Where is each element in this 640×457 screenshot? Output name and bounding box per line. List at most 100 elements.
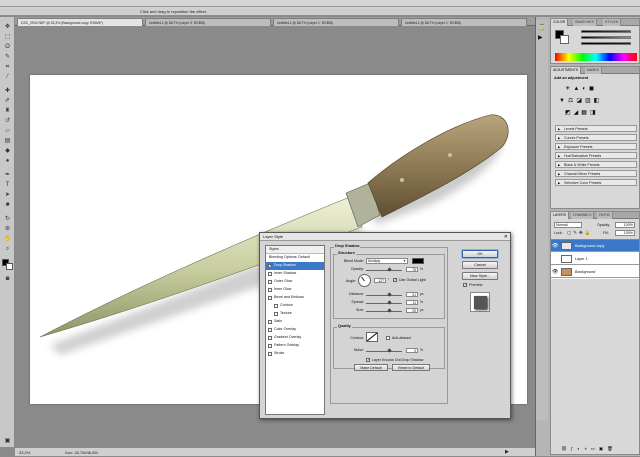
contour-checkbox[interactable] xyxy=(274,304,278,308)
style-item-texture[interactable]: Texture xyxy=(266,310,324,318)
tab-masks[interactable]: MASKS xyxy=(585,67,602,74)
distance-slider[interactable] xyxy=(366,295,402,296)
distance-value[interactable]: 31 xyxy=(406,292,418,297)
bg-color-chip[interactable] xyxy=(560,35,569,44)
outer-glow-checkbox[interactable] xyxy=(268,280,272,284)
anti-aliased-checkbox[interactable] xyxy=(386,336,390,340)
style-item-satin[interactable]: Satin xyxy=(266,318,324,326)
layer-row-background-copy[interactable]: 👁 Background copy xyxy=(551,240,639,252)
inner-glow-checkbox[interactable] xyxy=(268,288,272,292)
cancel-button[interactable]: Cancel xyxy=(462,261,498,269)
global-light-checkbox[interactable]: ✓ xyxy=(393,278,397,282)
layer-row-layer-1[interactable]: Layer 1 xyxy=(551,253,639,265)
style-item-styles[interactable]: Styles xyxy=(266,246,324,254)
bevel-emboss-checkbox[interactable] xyxy=(268,296,272,300)
preset-selective-color[interactable]: Selective Color Presets xyxy=(555,179,637,187)
3d-rotate-tool-icon[interactable]: ↻ xyxy=(3,215,12,223)
layer-footer-icons[interactable]: ⛓ƒ◐◑▭▣🗑 xyxy=(561,446,617,452)
shape-tool-icon[interactable]: ■ xyxy=(3,201,12,209)
satin-checkbox[interactable] xyxy=(268,320,272,324)
style-item-gradient-overlay[interactable]: Gradient Overlay xyxy=(266,334,324,342)
stroke-checkbox[interactable] xyxy=(268,352,272,356)
preset-curves[interactable]: Curves Presets xyxy=(555,134,637,142)
tab-untitled-layer1-b[interactable]: Untitled-1 @ 66,7% (Layer 1, RGB/8) xyxy=(401,18,527,26)
preset-channel-mixer[interactable]: Channel Mixer Presets xyxy=(555,170,637,178)
style-item-inner-glow[interactable]: Inner Glow xyxy=(266,286,324,294)
spread-value[interactable]: 11 xyxy=(406,300,418,305)
opacity-slider[interactable] xyxy=(366,270,402,271)
tab-color[interactable]: COLOR xyxy=(551,19,569,26)
lasso-tool-icon[interactable]: ʘ xyxy=(3,43,12,51)
texture-checkbox[interactable] xyxy=(274,312,278,316)
dialog-titlebar[interactable]: Layer Style ✕ xyxy=(260,233,510,241)
noise-slider[interactable] xyxy=(366,351,402,352)
quick-select-tool-icon[interactable]: ✎ xyxy=(3,53,12,61)
red-slider[interactable] xyxy=(581,30,631,33)
color-overlay-checkbox[interactable] xyxy=(268,328,272,332)
background-color-swatch[interactable] xyxy=(6,263,13,270)
pen-tool-icon[interactable]: ✒ xyxy=(3,171,12,179)
tab-layers[interactable]: LAYERS xyxy=(551,212,570,219)
visibility-eye-icon[interactable]: 👁 xyxy=(552,269,558,275)
preview-checkbox[interactable]: ✓ xyxy=(463,283,467,287)
adjustment-icons-row-2[interactable]: ▼⚖◪▥◧ xyxy=(559,97,602,104)
quick-mask-icon[interactable]: ◙ xyxy=(3,275,12,283)
path-select-tool-icon[interactable]: ➤ xyxy=(3,191,12,199)
size-slider[interactable] xyxy=(366,311,402,312)
blend-mode-dropdown[interactable]: Multiply ▼ xyxy=(366,258,408,264)
style-item-contour[interactable]: Contour xyxy=(266,302,324,310)
visibility-eye-icon[interactable]: 👁 xyxy=(552,243,558,249)
tab-dsc-2992[interactable]: DSC_2992.NEF @ 33,3% (Background copy, R… xyxy=(17,18,143,26)
tab-swatches[interactable]: SWATCHES xyxy=(573,19,597,26)
lock-icons[interactable]: ▢✎✥🔒 xyxy=(567,230,592,236)
history-icon[interactable]: ⌛ xyxy=(538,24,545,31)
angle-dial[interactable] xyxy=(358,274,371,287)
style-item-bevel-emboss[interactable]: Bevel and Emboss xyxy=(266,294,324,302)
drop-shadow-checkbox[interactable]: ✓ xyxy=(268,264,272,268)
ok-button[interactable]: OK xyxy=(462,250,498,258)
dodge-tool-icon[interactable]: ● xyxy=(3,157,12,165)
make-default-button[interactable]: Make Default xyxy=(354,364,388,371)
move-tool-icon[interactable]: ✥ xyxy=(3,23,12,31)
fill-field[interactable]: 100% xyxy=(615,230,635,236)
gradient-overlay-checkbox[interactable] xyxy=(268,336,272,340)
tab-untitled-layer1[interactable]: Untitled-1 @ 66,7% (Layer 1, RGB/8) xyxy=(273,18,399,26)
close-icon[interactable]: ✕ xyxy=(504,233,508,241)
eyedropper-tool-icon[interactable]: ⁄ xyxy=(3,73,12,81)
blur-tool-icon[interactable]: ◆ xyxy=(3,147,12,155)
tab-styles[interactable]: STYLES xyxy=(603,19,622,26)
inner-shadow-checkbox[interactable] xyxy=(268,272,272,276)
style-item-inner-shadow[interactable]: Inner Shadow xyxy=(266,270,324,278)
style-item-outer-glow[interactable]: Outer Glow xyxy=(266,278,324,286)
size-value[interactable]: 29 xyxy=(406,308,418,313)
style-item-stroke[interactable]: Stroke xyxy=(266,350,324,358)
clone-stamp-tool-icon[interactable]: ♜ xyxy=(3,107,12,115)
actions-icon[interactable]: ▶ xyxy=(538,34,543,41)
adjustment-icons-row-1[interactable]: ☀▲◐◼ xyxy=(565,85,597,92)
3d-orbit-tool-icon[interactable]: ⊛ xyxy=(3,225,12,233)
adjustment-icons-row-3[interactable]: ◩◢▦◨ xyxy=(565,109,599,116)
hand-tool-icon[interactable]: ✋ xyxy=(3,235,12,243)
reset-default-button[interactable]: Reset to Default xyxy=(392,364,430,371)
screen-mode-icon[interactable]: ▣ xyxy=(3,437,12,445)
tab-paths[interactable]: PATHS xyxy=(597,212,613,219)
layer-row-background[interactable]: 👁 Background xyxy=(551,266,639,278)
blend-mode-select[interactable]: Normal xyxy=(554,222,582,228)
history-brush-tool-icon[interactable]: ↺ xyxy=(3,117,12,125)
preset-exposure[interactable]: Exposure Presets xyxy=(555,143,637,151)
blue-slider[interactable] xyxy=(581,42,631,45)
preset-hue-saturation[interactable]: Hue/Saturation Presets xyxy=(555,152,637,160)
gradient-tool-icon[interactable]: ▤ xyxy=(3,137,12,145)
style-item-drop-shadow[interactable]: ✓ Drop Shadow xyxy=(266,262,324,270)
eraser-tool-icon[interactable]: ▱ xyxy=(3,127,12,135)
angle-value[interactable]: 127 xyxy=(374,278,386,283)
tab-adjustments[interactable]: ADJUSTMENTS xyxy=(551,67,582,74)
zoom-tool-icon[interactable]: ⌕ xyxy=(3,245,12,253)
opacity-value[interactable]: 75 xyxy=(406,267,418,272)
style-item-color-overlay[interactable]: Color Overlay xyxy=(266,326,324,334)
knockout-checkbox[interactable]: ✓ xyxy=(366,358,370,362)
color-ramp[interactable] xyxy=(555,53,637,61)
tab-channels[interactable]: CHANNELS xyxy=(571,212,595,219)
opacity-field[interactable]: 100% xyxy=(615,222,635,228)
noise-value[interactable]: 0 xyxy=(406,348,418,353)
